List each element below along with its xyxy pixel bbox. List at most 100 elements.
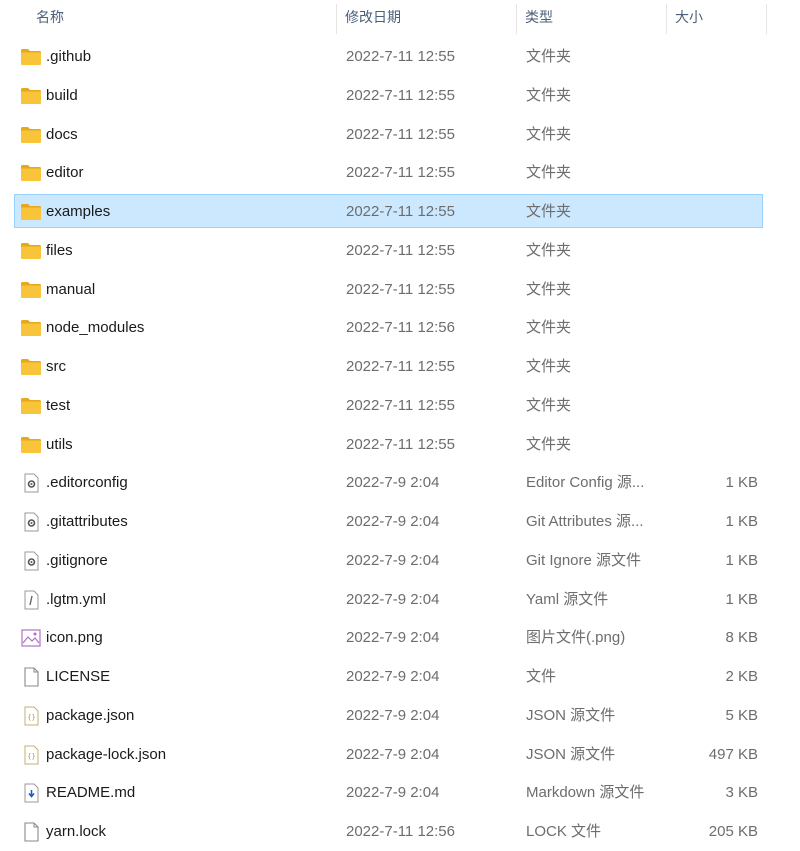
folder-icon <box>20 357 42 377</box>
folder-row[interactable]: editor 2022-7-11 12:55 文件夹 <box>14 155 763 189</box>
file-name: LICENSE <box>46 668 111 685</box>
file-size: 2 KB <box>725 668 758 685</box>
folder-row[interactable]: test 2022-7-11 12:55 文件夹 <box>14 388 763 422</box>
file-name: node_modules <box>46 319 145 337</box>
file-name: files <box>46 241 73 259</box>
folder-row[interactable]: src 2022-7-11 12:55 文件夹 <box>14 349 763 383</box>
file-type: 文件夹 <box>526 203 572 220</box>
folder-icon <box>20 280 42 300</box>
folder-icon <box>20 125 42 145</box>
file-name: docs <box>46 125 78 143</box>
date-modified: 2022-7-11 12:55 <box>346 86 455 104</box>
folder-row[interactable]: node_modules 2022-7-11 12:56 文件夹 <box>14 310 763 344</box>
json-file-icon: {} <box>20 745 42 765</box>
folder-icon <box>20 163 42 183</box>
folder-row[interactable]: .github 2022-7-11 12:55 文件夹 <box>14 39 763 73</box>
file-name: icon.png <box>46 629 103 647</box>
file-size: 1 KB <box>725 474 758 492</box>
file-size <box>661 156 758 188</box>
folder-row[interactable]: build 2022-7-11 12:55 文件夹 <box>14 78 763 112</box>
file-type: JSON 源文件 <box>526 745 616 763</box>
file-row[interactable]: .editorconfig 2022-7-9 2:04 Editor Config … <box>14 465 763 499</box>
config-file-icon <box>20 512 42 532</box>
file-size <box>661 40 758 72</box>
file-row[interactable]: {} package-lock.json 2022-7-9 2:04 JSON 源文件… <box>14 737 763 771</box>
column-header-date-modified[interactable]: 修改日期 <box>345 0 515 36</box>
column-header-name[interactable]: 名称 <box>36 0 336 36</box>
file-name: package-lock.json <box>46 745 167 763</box>
column-header-type[interactable]: 类型 <box>525 0 665 36</box>
file-size <box>661 350 758 382</box>
file-name: README.md <box>46 784 136 802</box>
file-size <box>661 311 758 343</box>
date-modified: 2022-7-11 12:55 <box>346 435 455 453</box>
column-header-bar: 名称 修改日期 类型 大小 <box>0 0 800 36</box>
file-type: Markdown 源文件 <box>526 784 645 802</box>
file-type: 文件夹 <box>526 358 572 375</box>
date-modified: 2022-7-9 2:04 <box>346 784 440 802</box>
date-modified: 2022-7-11 12:55 <box>346 358 455 375</box>
date-modified: 2022-7-9 2:04 <box>346 668 440 685</box>
column-divider[interactable] <box>666 4 667 34</box>
file-row[interactable]: {} package.json 2022-7-9 2:04 JSON 源文件 5 KB <box>14 698 763 732</box>
file-size <box>661 118 758 150</box>
blank-file-icon <box>20 667 42 687</box>
file-type: 文件 <box>526 668 557 685</box>
date-modified: 2022-7-11 12:55 <box>346 164 455 182</box>
file-row[interactable]: README.md 2022-7-9 2:04 Markdown 源文件 3 KB <box>14 775 763 809</box>
file-size: 1 KB <box>725 590 758 608</box>
file-row[interactable]: .lgtm.yml 2022-7-9 2:04 Yaml 源文件 1 KB <box>14 582 763 616</box>
file-name: package.json <box>46 706 135 724</box>
date-modified: 2022-7-11 12:55 <box>346 280 455 298</box>
file-size <box>661 79 758 111</box>
folder-row[interactable]: manual 2022-7-11 12:55 文件夹 <box>14 272 763 306</box>
date-modified: 2022-7-11 12:56 <box>346 823 455 840</box>
file-name: build <box>46 86 78 104</box>
date-modified: 2022-7-9 2:04 <box>346 590 440 608</box>
file-type: 图片文件(.png) <box>526 629 626 647</box>
date-modified: 2022-7-11 12:55 <box>346 203 455 220</box>
folder-icon <box>20 86 42 106</box>
file-name: examples <box>46 203 111 220</box>
file-name: .github <box>46 48 92 65</box>
file-size <box>661 234 758 266</box>
column-divider[interactable] <box>766 4 767 34</box>
file-name: .gitattributes <box>46 513 128 530</box>
column-divider[interactable] <box>516 4 517 34</box>
svg-text:{}: {} <box>27 713 35 721</box>
file-type: 文件夹 <box>526 48 572 65</box>
folder-icon <box>20 241 42 261</box>
file-type: 文件夹 <box>526 86 572 104</box>
column-header-size[interactable]: 大小 <box>675 0 765 36</box>
date-modified: 2022-7-11 12:55 <box>346 241 455 259</box>
file-type: 文件夹 <box>526 164 572 182</box>
markdown-file-icon <box>20 783 42 803</box>
file-size: 5 KB <box>725 706 758 724</box>
file-row[interactable]: icon.png 2022-7-9 2:04 图片文件(.png) 8 KB <box>14 620 763 654</box>
file-type: Git Ignore 源文件 <box>526 551 642 569</box>
file-row[interactable]: LICENSE 2022-7-9 2:04 文件 2 KB <box>14 659 763 693</box>
file-row[interactable]: .gitignore 2022-7-9 2:04 Git Ignore 源文件 1 K… <box>14 543 763 577</box>
date-modified: 2022-7-9 2:04 <box>346 474 440 492</box>
file-type: 文件夹 <box>526 125 572 143</box>
date-modified: 2022-7-9 2:04 <box>346 513 440 530</box>
folder-row[interactable]: docs 2022-7-11 12:55 文件夹 <box>14 117 763 151</box>
folder-icon <box>20 202 42 222</box>
file-row[interactable]: yarn.lock 2022-7-11 12:56 LOCK 文件 205 KB <box>14 814 763 848</box>
file-size: 1 KB <box>725 513 758 530</box>
file-size: 205 KB <box>708 823 758 840</box>
file-size <box>661 428 758 460</box>
file-type: 文件夹 <box>526 435 572 453</box>
file-type: 文件夹 <box>526 319 572 337</box>
file-name: manual <box>46 280 96 298</box>
folder-row[interactable]: utils 2022-7-11 12:55 文件夹 <box>14 427 763 461</box>
file-name: editor <box>46 164 84 182</box>
folder-row[interactable]: examples 2022-7-11 12:55 文件夹 <box>14 194 763 228</box>
folder-row[interactable]: files 2022-7-11 12:55 文件夹 <box>14 233 763 267</box>
date-modified: 2022-7-9 2:04 <box>346 706 440 724</box>
column-divider[interactable] <box>336 4 337 34</box>
file-type: JSON 源文件 <box>526 706 616 724</box>
yaml-file-icon <box>20 590 42 610</box>
svg-text:{}: {} <box>27 752 35 760</box>
file-row[interactable]: .gitattributes 2022-7-9 2:04 Git Attribute… <box>14 504 763 538</box>
